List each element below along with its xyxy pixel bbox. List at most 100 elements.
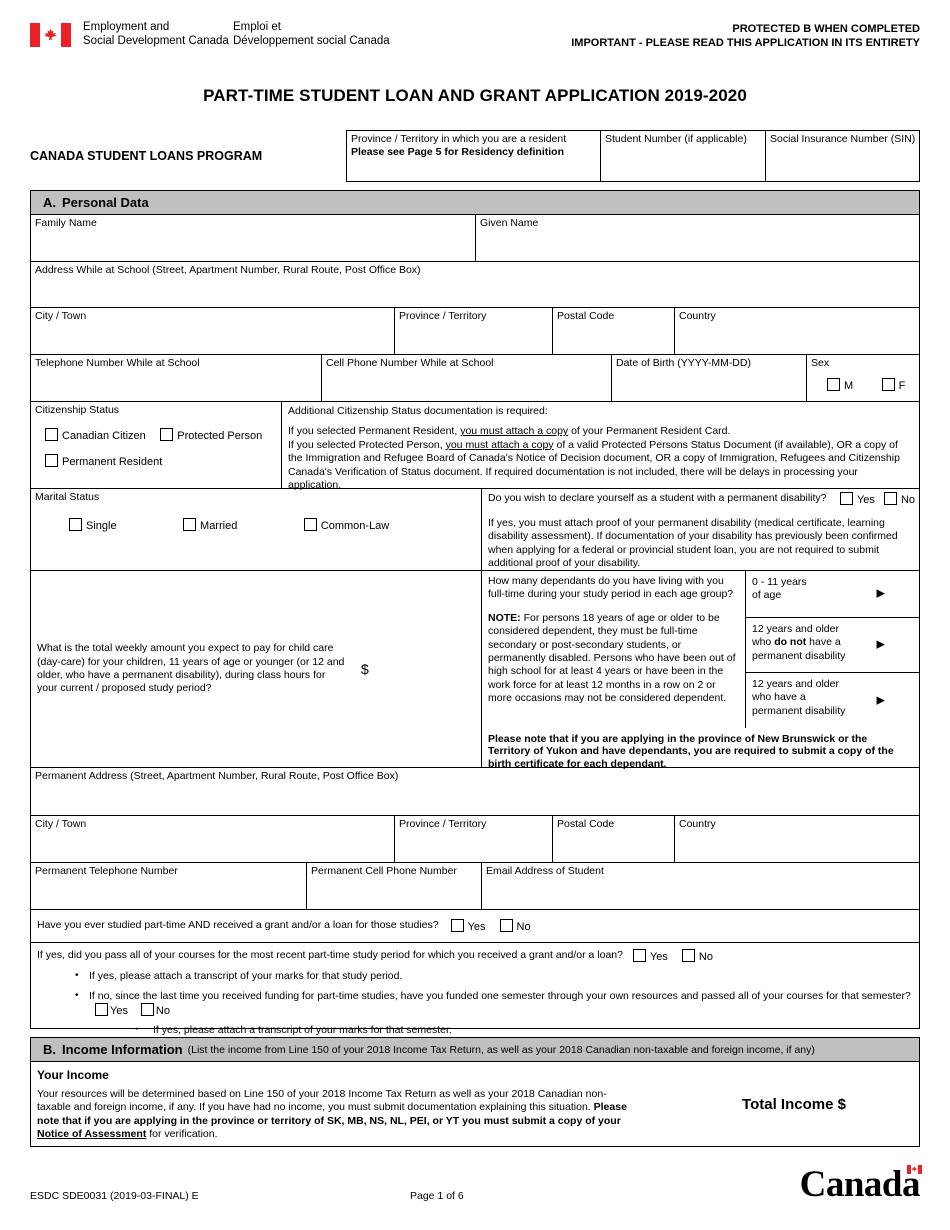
citizenship-permanent-label: Permanent Resident bbox=[62, 455, 163, 468]
permanent-cell-field[interactable]: Permanent Cell Phone Number bbox=[306, 863, 481, 909]
sex-male-option[interactable]: M bbox=[827, 377, 854, 392]
income-description: Your resources will be determined based … bbox=[37, 1088, 637, 1142]
checkbox-icon[interactable] bbox=[303, 517, 317, 531]
group-12nd-line3: permanent disability bbox=[752, 649, 846, 662]
school-postal-field[interactable]: Postal Code bbox=[552, 308, 674, 354]
residency-province-field[interactable]: Province / Territory in which you are a … bbox=[347, 131, 600, 181]
canada-flag-icon bbox=[907, 1165, 922, 1174]
doc-line1-b: of your Permanent Resident Card. bbox=[568, 425, 731, 438]
permanent-postal-label: Postal Code bbox=[557, 818, 615, 830]
school-city-field[interactable]: City / Town bbox=[31, 308, 394, 354]
childcare-currency-symbol: $ bbox=[361, 661, 369, 677]
checkbox-icon[interactable] bbox=[45, 453, 58, 467]
protected-b-label: PROTECTED B WHEN COMPLETED bbox=[732, 23, 920, 35]
total-income-field[interactable]: Total Income $ bbox=[669, 1062, 919, 1146]
given-name-field[interactable]: Given Name bbox=[475, 215, 919, 261]
school-country-label: Country bbox=[679, 310, 716, 322]
checkbox-icon[interactable] bbox=[95, 1003, 108, 1016]
checkbox-icon[interactable] bbox=[45, 427, 58, 441]
checkbox-icon[interactable] bbox=[827, 377, 840, 391]
marital-married-option[interactable]: Married bbox=[183, 517, 237, 532]
studied-parttime-yes-option[interactable]: Yes bbox=[450, 919, 486, 933]
pass-courses-yes-option[interactable]: Yes bbox=[632, 949, 668, 963]
dependants-group-12-no-disability[interactable]: 12 years and older who do not have a per… bbox=[746, 618, 919, 673]
permanent-province-field[interactable]: Province / Territory bbox=[394, 816, 552, 862]
funded-semester-no-option[interactable]: No bbox=[140, 1003, 170, 1018]
school-contact-row: Telephone Number While at School Cell Ph… bbox=[30, 355, 920, 402]
section-b-title: Income Information bbox=[62, 1042, 183, 1057]
student-number-label: Student Number (if applicable) bbox=[605, 133, 747, 145]
pass-courses-bullet-2-text: If no, since the last time you received … bbox=[89, 990, 911, 1002]
checkbox-icon[interactable] bbox=[69, 517, 82, 531]
citizenship-permanent-option[interactable]: Permanent Resident bbox=[45, 453, 163, 468]
school-telephone-field[interactable]: Telephone Number While at School bbox=[31, 355, 321, 401]
school-address-field[interactable]: Address While at School (Street, Apartme… bbox=[30, 262, 920, 308]
school-country-field[interactable]: Country bbox=[674, 308, 919, 354]
marital-commonlaw-option[interactable]: Common-Law bbox=[303, 517, 389, 532]
group-12wd-line2: who have a bbox=[752, 691, 806, 704]
permanent-city-label: City / Town bbox=[35, 818, 87, 830]
citizenship-canadian-option[interactable]: Canadian Citizen bbox=[45, 427, 146, 442]
group-12nd-line1: 12 years and older bbox=[752, 623, 839, 635]
checkbox-icon[interactable] bbox=[183, 517, 197, 531]
family-name-field[interactable]: Family Name bbox=[31, 215, 475, 261]
sin-field[interactable]: Social Insurance Number (SIN) bbox=[765, 131, 919, 181]
checkbox-icon[interactable] bbox=[450, 919, 464, 932]
checkbox-icon[interactable] bbox=[681, 949, 695, 962]
childcare-amount-field[interactable]: $ bbox=[347, 661, 369, 677]
citizenship-doc-heading: Additional Citizenship Status documentat… bbox=[288, 405, 548, 417]
sex-male-label: M bbox=[844, 379, 854, 392]
checkbox-icon[interactable] bbox=[140, 1003, 154, 1016]
funded-semester-yes-option[interactable]: Yes bbox=[95, 1003, 128, 1018]
maple-leaf-icon bbox=[44, 28, 57, 41]
pass-courses-no-label: No bbox=[698, 951, 713, 963]
form-code-label: ESDC SDE0031 (2019-03-FINAL) E bbox=[30, 1190, 199, 1202]
dependants-note-label: NOTE: bbox=[488, 611, 521, 624]
studied-parttime-no-option[interactable]: No bbox=[499, 919, 531, 933]
checkbox-icon[interactable] bbox=[632, 949, 646, 962]
marital-disability-row: Marital Status Single Married Common-Law… bbox=[30, 489, 920, 571]
disability-yes-option[interactable]: Yes bbox=[839, 492, 875, 506]
school-cell-field[interactable]: Cell Phone Number While at School bbox=[321, 355, 611, 401]
sex-female-option[interactable]: F bbox=[881, 377, 905, 392]
sex-field: Sex M F bbox=[806, 355, 919, 401]
citizenship-heading: Citizenship Status bbox=[35, 404, 120, 416]
group-12wd-line1: 12 years and older bbox=[752, 678, 839, 690]
disability-declaration-group: Do you wish to declare yourself as a stu… bbox=[481, 489, 919, 570]
dob-label: Date of Birth (YYYY-MM-DD) bbox=[616, 357, 751, 369]
school-province-field[interactable]: Province / Territory bbox=[394, 308, 552, 354]
permanent-cell-label: Permanent Cell Phone Number bbox=[311, 865, 457, 877]
email-field[interactable]: Email Address of Student bbox=[481, 863, 919, 909]
citizenship-protected-option[interactable]: Protected Person bbox=[160, 427, 262, 442]
student-number-field[interactable]: Student Number (if applicable) bbox=[600, 131, 765, 181]
marital-heading: Marital Status bbox=[35, 491, 100, 503]
checkbox-icon[interactable] bbox=[839, 492, 853, 505]
disability-no-option[interactable]: No bbox=[883, 492, 915, 506]
dependants-warning: Please note that if you are applying in … bbox=[488, 733, 894, 770]
section-a-header: A. Personal Data bbox=[30, 190, 920, 215]
marital-single-option[interactable]: Single bbox=[69, 517, 117, 532]
dependants-group-12-with-disability[interactable]: 12 years and older who have a permanent … bbox=[746, 673, 919, 728]
childcare-dependants-row: What is the total weekly amount you expe… bbox=[30, 571, 920, 770]
permanent-country-field[interactable]: Country bbox=[674, 816, 919, 862]
checkbox-icon[interactable] bbox=[160, 427, 174, 441]
arrow-right-icon: ▶ bbox=[876, 587, 885, 600]
school-city-label: City / Town bbox=[35, 310, 87, 322]
your-income-heading: Your Income bbox=[37, 1068, 109, 1082]
permanent-city-field[interactable]: City / Town bbox=[31, 816, 394, 862]
pass-courses-no-option[interactable]: No bbox=[681, 949, 713, 963]
important-read-label: IMPORTANT - PLEASE READ THIS APPLICATION… bbox=[571, 37, 920, 49]
arrow-right-icon: ▶ bbox=[876, 693, 885, 706]
page-footer: ESDC SDE0031 (2019-03-FINAL) E Page 1 of… bbox=[30, 1165, 922, 1212]
page-number-label: Page 1 of 6 bbox=[410, 1190, 464, 1202]
checkbox-icon[interactable] bbox=[881, 377, 895, 391]
your-income-block: Your Income Your resources will be deter… bbox=[30, 1062, 920, 1147]
checkbox-icon[interactable] bbox=[883, 492, 897, 505]
checkbox-icon[interactable] bbox=[499, 919, 513, 932]
permanent-postal-field[interactable]: Postal Code bbox=[552, 816, 674, 862]
dependants-group-0-11[interactable]: 0 - 11 years of age ▶ bbox=[746, 571, 919, 618]
permanent-telephone-field[interactable]: Permanent Telephone Number bbox=[31, 863, 306, 909]
dob-field[interactable]: Date of Birth (YYYY-MM-DD) bbox=[611, 355, 806, 401]
dept-fr-line2: Développement social Canada bbox=[233, 35, 390, 47]
school-city-row: City / Town Province / Territory Postal … bbox=[30, 308, 920, 355]
